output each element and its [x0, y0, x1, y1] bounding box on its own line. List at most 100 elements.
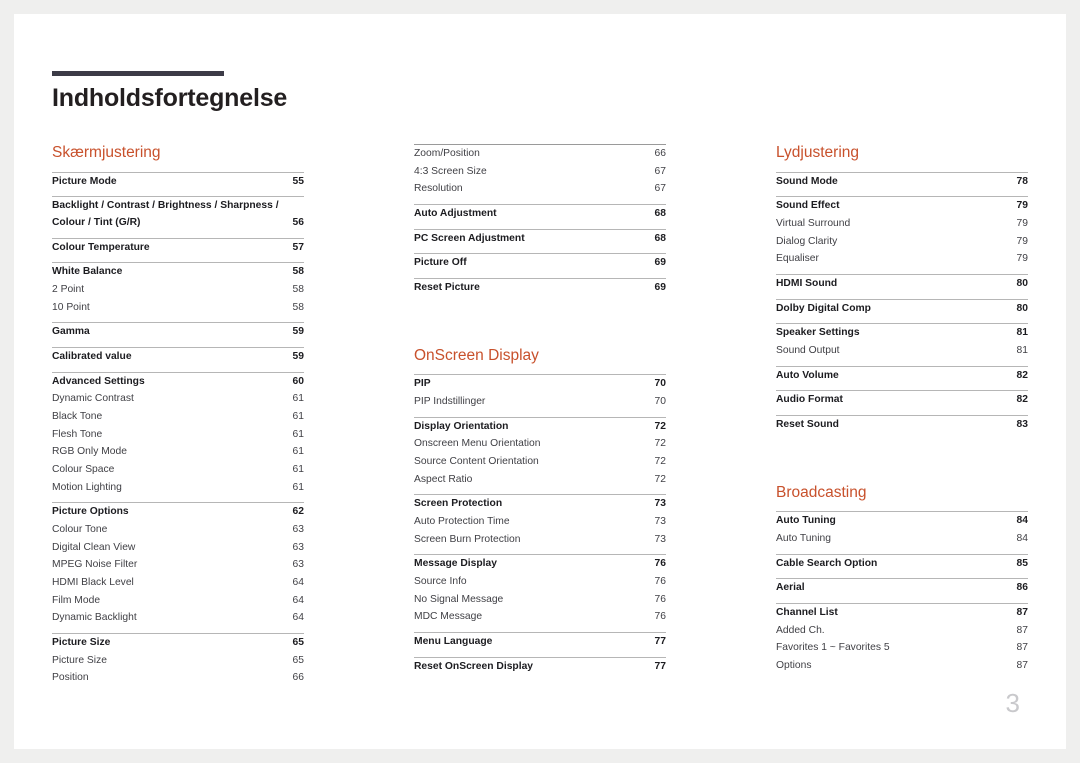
toc-entry[interactable]: Backlight / Contrast / Brightness / Shar… [52, 197, 304, 231]
toc-entry[interactable]: Resolution 67 [414, 180, 666, 198]
toc-entry[interactable]: Menu Language 77 [414, 633, 666, 651]
toc-entry[interactable]: Picture Off 69 [414, 254, 666, 272]
toc-entry[interactable]: PC Screen Adjustment 68 [414, 230, 666, 248]
toc-group: Channel List 87 Added Ch. 87 Favorites 1 ~ F… [776, 602, 1028, 681]
toc-entry[interactable]: HDMI Black Level 64 [52, 574, 304, 592]
toc-entry[interactable]: RGB Only Mode 61 [52, 443, 304, 461]
toc-entry-label: Picture Options [52, 506, 129, 518]
toc-entry[interactable]: Message Display 76 [414, 555, 666, 573]
toc-group: Reset Picture 69 [414, 278, 666, 303]
toc-entry[interactable]: Auto Tuning 84 [776, 530, 1028, 548]
toc-entry[interactable]: Zoom/Position 66 [414, 145, 666, 163]
toc-entry[interactable]: Screen Protection 73 [414, 495, 666, 513]
toc-entry[interactable]: Source Content Orientation 72 [414, 453, 666, 471]
toc-entry[interactable]: Dynamic Contrast 61 [52, 390, 304, 408]
toc-group: Picture Mode 55 [52, 171, 304, 197]
toc-entry[interactable]: PIP Indstillinger 70 [414, 393, 666, 411]
toc-entry[interactable]: Dialog Clarity 79 [776, 233, 1028, 251]
toc-entry[interactable]: Auto Volume 82 [776, 367, 1028, 385]
toc-entry[interactable]: Screen Burn Protection 73 [414, 531, 666, 549]
toc-entry[interactable]: Dynamic Backlight 64 [52, 609, 304, 627]
toc-entry[interactable]: Auto Adjustment 68 [414, 205, 666, 223]
toc-entry[interactable]: Advanced Settings 60 [52, 373, 304, 391]
toc-entry[interactable]: Digital Clean View 63 [52, 539, 304, 557]
toc-entry-page: 65 [292, 654, 304, 666]
toc-entry[interactable]: Calibrated value 59 [52, 348, 304, 366]
toc-entry-label: Dialog Clarity [776, 235, 838, 247]
section-heading: Broadcasting [776, 483, 867, 501]
toc-entry[interactable]: Auto Protection Time 73 [414, 513, 666, 531]
toc-entry-label: Dynamic Contrast [52, 393, 134, 405]
toc-entry[interactable]: Cable Search Option 85 [776, 555, 1028, 573]
toc-entry[interactable]: Favorites 1 ~ Favorites 5 87 [776, 639, 1028, 657]
toc-entry[interactable]: Display Orientation 72 [414, 418, 666, 436]
toc-entry-label: Screen Protection [414, 498, 503, 510]
toc-entry[interactable]: 4:3 Screen Size 67 [414, 163, 666, 181]
toc-entry-label: Screen Burn Protection [414, 533, 521, 545]
toc-entry[interactable]: White Balance 58 [52, 263, 304, 281]
toc-entry[interactable]: Colour Tone 63 [52, 521, 304, 539]
toc-entry-page: 82 [1016, 369, 1028, 381]
toc-entry[interactable]: PIP 70 [414, 375, 666, 393]
toc-entry[interactable]: MDC Message 76 [414, 608, 666, 626]
toc-entry[interactable]: Options 87 [776, 657, 1028, 675]
toc-entry-label: Auto Volume [776, 369, 839, 381]
toc-entry-label: Auto Protection Time [414, 516, 510, 527]
toc-entry-page: 85 [1016, 557, 1028, 569]
toc-entry-label: Reset OnScreen Display [414, 660, 534, 672]
column-2: Zoom/Position 66 4:3 Screen Size 67 Resoluti… [414, 144, 666, 693]
toc-entry-label: Resolution [414, 183, 463, 195]
toc-entry-page: 82 [1016, 394, 1028, 406]
toc-group: Menu Language 77 [414, 632, 666, 657]
toc-entry[interactable]: Sound Output 81 [776, 342, 1028, 360]
toc-entry-page: 58 [292, 283, 304, 295]
toc-entry-page: 58 [292, 266, 304, 278]
toc-entry[interactable]: Source Info 76 [414, 573, 666, 591]
toc-entry[interactable]: Motion Lighting 61 [52, 479, 304, 497]
toc-entry[interactable]: Colour Temperature 57 [52, 239, 304, 257]
toc-entry[interactable]: Black Tone 61 [52, 408, 304, 426]
toc-entry-label: Position [52, 672, 89, 684]
toc-entry-label: Calibrated value [52, 350, 132, 362]
toc-entry[interactable]: Flesh Tone 61 [52, 426, 304, 444]
toc-entry[interactable]: Picture Size 65 [52, 634, 304, 652]
toc-entry[interactable]: Sound Mode 78 [776, 173, 1028, 191]
toc-entry[interactable]: Reset Sound 83 [776, 416, 1028, 434]
toc-entry[interactable]: Picture Mode 55 [52, 173, 304, 191]
toc-entry-page: 61 [292, 393, 304, 405]
toc-entry-label: Source Content Orientation [414, 455, 539, 467]
document-page: Indholdsfortegnelse Skærmjustering Pictur… [14, 14, 1066, 749]
toc-entry[interactable]: Added Ch. 87 [776, 622, 1028, 640]
toc-entry-page: 72 [654, 473, 666, 485]
toc-entry[interactable]: Colour Space 61 [52, 461, 304, 479]
toc-entry[interactable]: Picture Size 65 [52, 652, 304, 670]
toc-entry-page: 60 [292, 375, 304, 387]
toc-entry[interactable]: Dolby Digital Comp 80 [776, 300, 1028, 318]
toc-entry[interactable]: Picture Options 62 [52, 503, 304, 521]
toc-entry-label: MPEG Noise Filter [52, 559, 138, 571]
toc-entry[interactable]: No Signal Message 76 [414, 591, 666, 609]
toc-entry[interactable]: Audio Format 82 [776, 391, 1028, 409]
toc-entry-label: Colour Temperature [52, 241, 150, 253]
toc-entry[interactable]: Aspect Ratio 72 [414, 471, 666, 489]
toc-entry[interactable]: Sound Effect 79 [776, 197, 1028, 215]
toc-entry[interactable]: Reset OnScreen Display 77 [414, 658, 666, 676]
toc-entry-page: 61 [292, 446, 304, 458]
toc-entry[interactable]: Reset Picture 69 [414, 279, 666, 297]
toc-entry[interactable]: MPEG Noise Filter 63 [52, 556, 304, 574]
toc-entry[interactable]: Position 66 [52, 669, 304, 687]
toc-entry[interactable]: Aerial 86 [776, 579, 1028, 597]
toc-entry[interactable]: Virtual Surround 79 [776, 215, 1028, 233]
toc-entry[interactable]: 2 Point 58 [52, 281, 304, 299]
toc-entry[interactable]: 10 Point 58 [52, 299, 304, 317]
toc-entry[interactable]: Equaliser 79 [776, 250, 1028, 268]
toc-entry[interactable]: Speaker Settings 81 [776, 324, 1028, 342]
toc-group: PC Screen Adjustment 68 [414, 228, 666, 254]
toc-entry[interactable]: Gamma 59 [52, 323, 304, 341]
toc-entry[interactable]: Channel List 87 [776, 604, 1028, 622]
toc-entry[interactable]: HDMI Sound 80 [776, 275, 1028, 293]
toc-entry[interactable]: Auto Tuning 84 [776, 512, 1028, 530]
toc-entry[interactable]: Onscreen Menu Orientation 72 [414, 435, 666, 453]
toc-entry[interactable]: Film Mode 64 [52, 592, 304, 610]
toc-group: Screen Protection 73 Auto Protection Time 7… [414, 494, 666, 554]
